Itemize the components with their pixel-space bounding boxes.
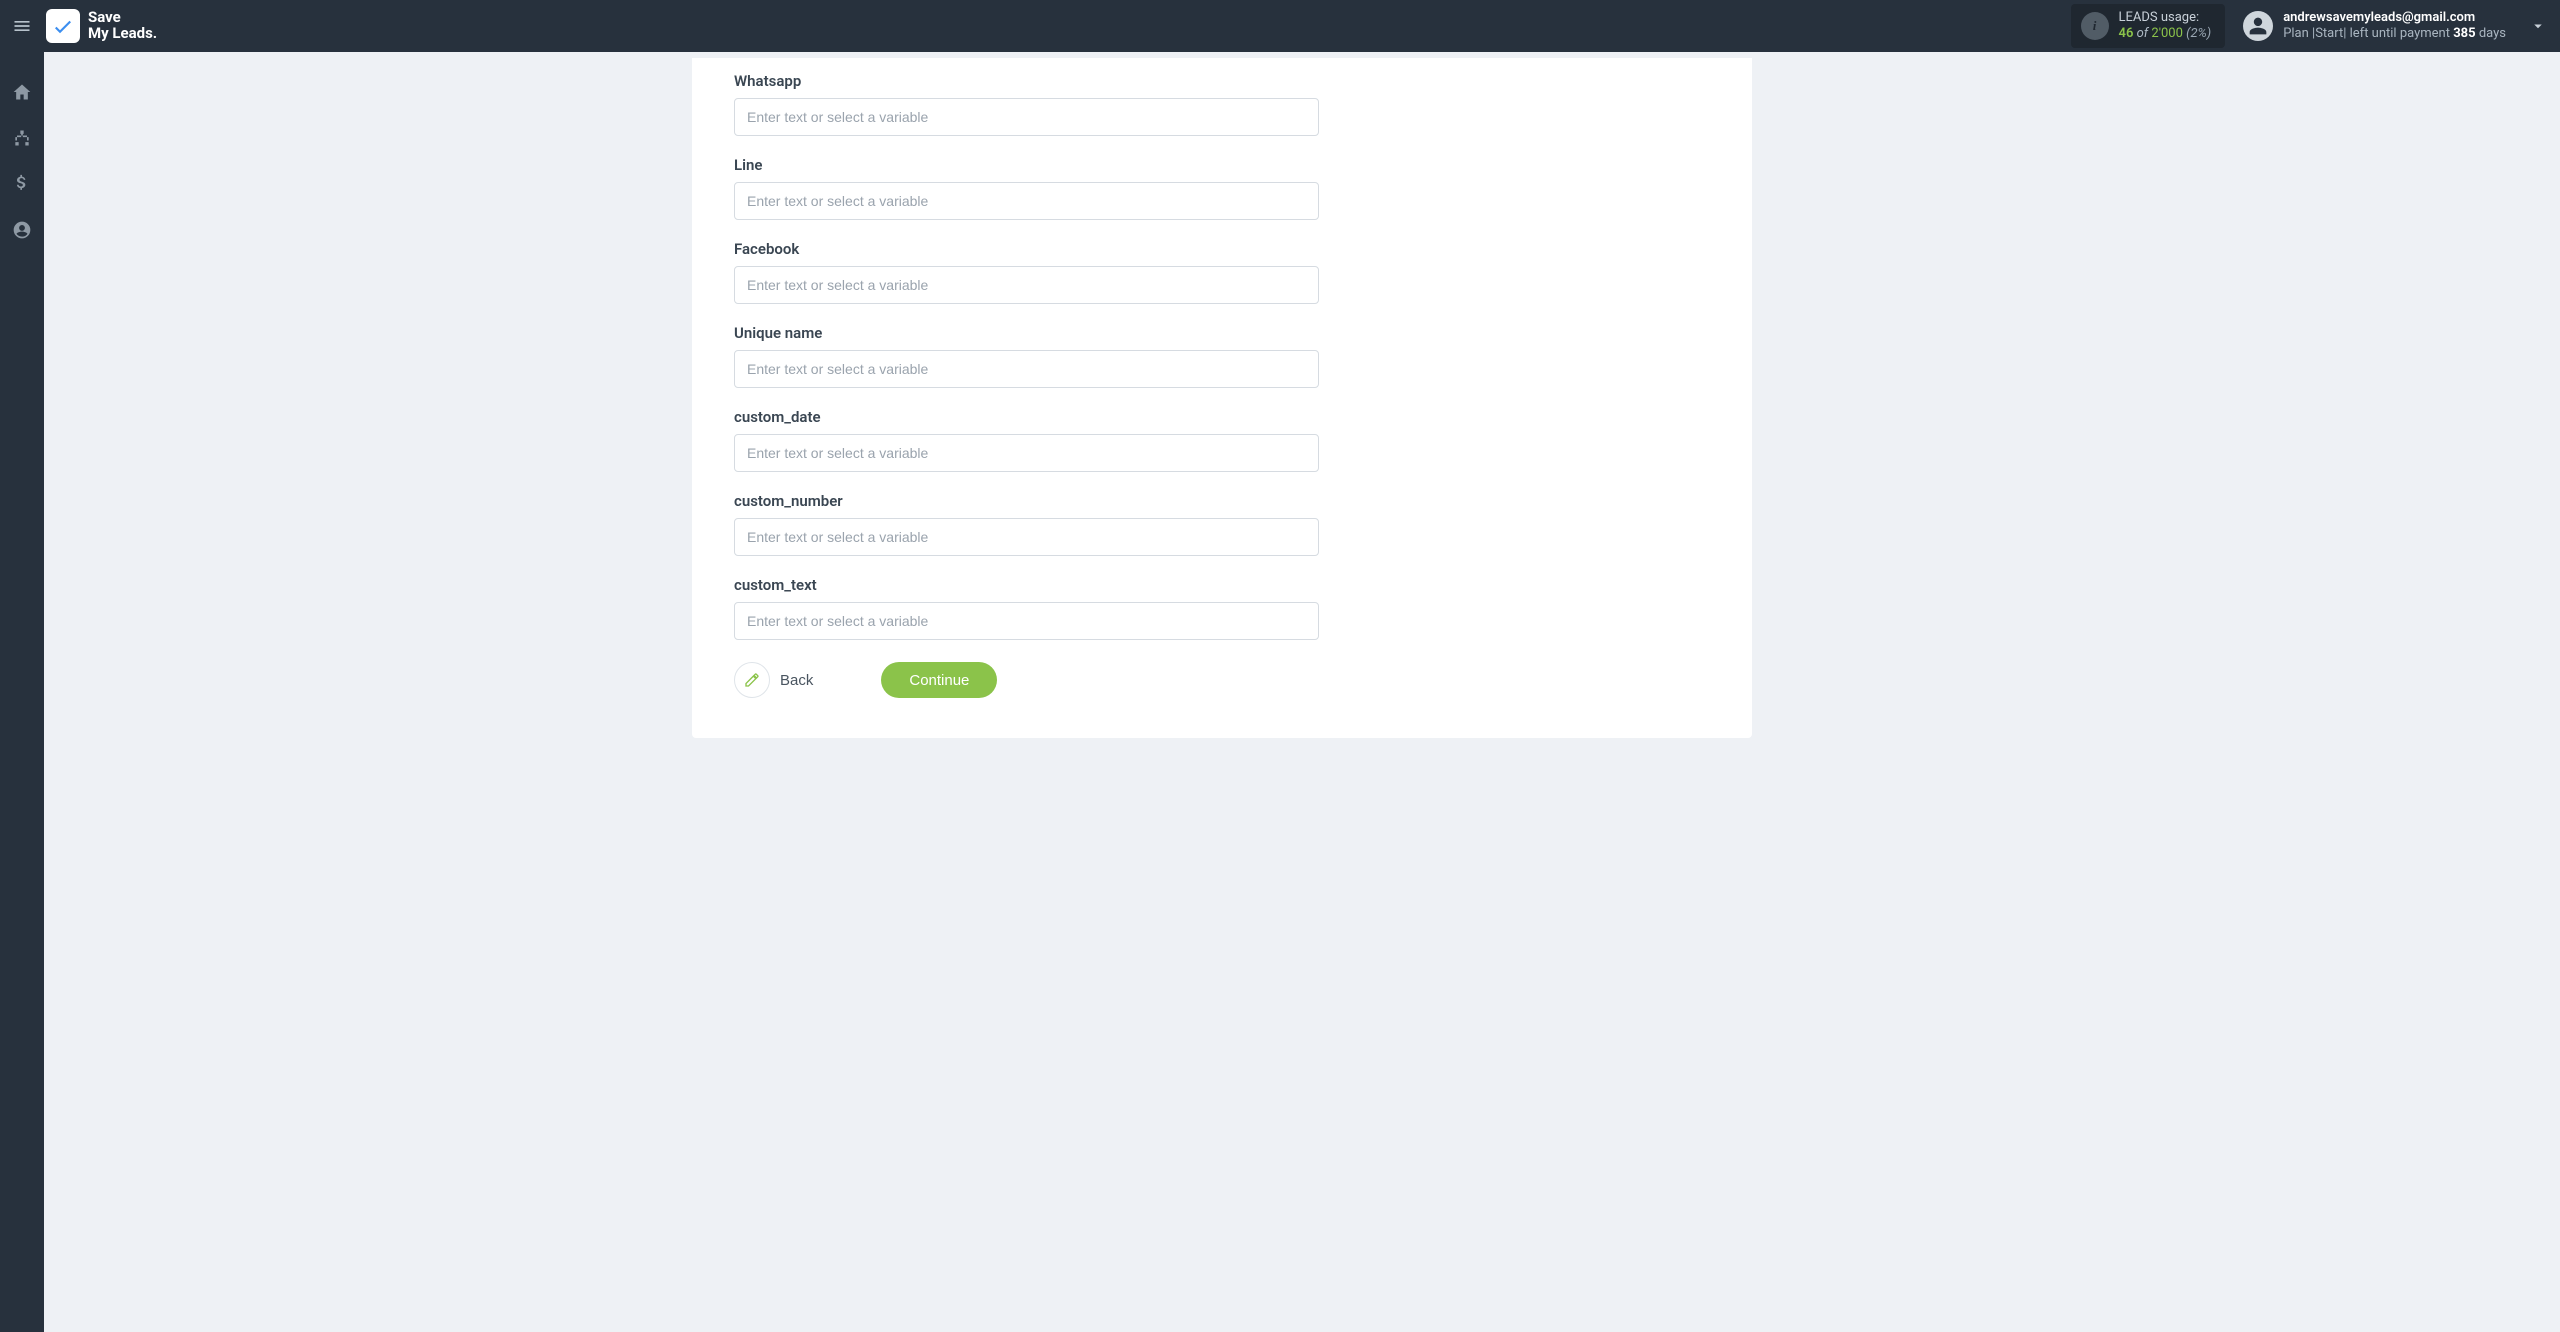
custom-number-input[interactable] — [734, 518, 1319, 556]
field-unique-name: Unique name — [734, 310, 1710, 388]
unique-name-input[interactable] — [734, 350, 1319, 388]
sidebar-item-home[interactable] — [0, 72, 44, 112]
checkmark-icon — [51, 14, 75, 38]
user-icon — [2248, 16, 2268, 36]
sidebar-item-connections[interactable] — [0, 118, 44, 158]
plan-prefix: Plan |Start| left until payment — [2283, 26, 2453, 41]
brand-logo-mark — [46, 9, 80, 43]
leads-usage-texts: LEADS usage: 46 of 2'000 (2%) — [2119, 10, 2212, 43]
field-label: Whatsapp — [734, 58, 1710, 98]
leads-usage-pct: (2%) — [2186, 26, 2211, 41]
back-button-label: Back — [780, 672, 813, 689]
field-facebook: Facebook — [734, 226, 1710, 304]
whatsapp-input[interactable] — [734, 98, 1319, 136]
account-plan: Plan |Start| left until payment 385 days — [2283, 26, 2506, 42]
sitemap-icon — [12, 128, 32, 148]
brand-logo-text: Save My Leads. — [88, 10, 157, 42]
home-icon — [12, 82, 32, 102]
account-email: andrewsavemyleads@gmail.com — [2283, 10, 2506, 26]
custom-date-input[interactable] — [734, 434, 1319, 472]
form-actions: Back Continue — [734, 662, 1710, 698]
info-icon: i — [2081, 12, 2109, 40]
continue-button[interactable]: Continue — [881, 662, 997, 698]
field-label: custom_date — [734, 394, 1710, 434]
account-menu[interactable]: andrewsavemyleads@gmail.com Plan |Start|… — [2243, 10, 2516, 43]
brand-logo[interactable]: Save My Leads. — [44, 9, 157, 43]
field-custom-date: custom_date — [734, 394, 1710, 472]
main-area: Whatsapp Line Facebook Unique name custo… — [44, 52, 2560, 1332]
field-line: Line — [734, 142, 1710, 220]
field-custom-number: custom_number — [734, 478, 1710, 556]
chevron-down-icon — [2529, 17, 2547, 35]
avatar-icon — [2243, 11, 2273, 41]
custom-text-input[interactable] — [734, 602, 1319, 640]
field-label: custom_number — [734, 478, 1710, 518]
leads-usage-box[interactable]: i LEADS usage: 46 of 2'000 (2%) — [2071, 4, 2226, 49]
topbar: Save My Leads. i LEADS usage: 46 of 2'00… — [0, 0, 2560, 52]
back-button[interactable]: Back — [734, 662, 813, 698]
pencil-icon — [734, 662, 770, 698]
leads-usage-current: 46 — [2119, 26, 2134, 41]
field-whatsapp: Whatsapp — [734, 58, 1710, 136]
account-texts: andrewsavemyleads@gmail.com Plan |Start|… — [2283, 10, 2506, 43]
plan-days-suffix: days — [2476, 26, 2506, 41]
leads-usage-value: 46 of 2'000 (2%) — [2119, 26, 2212, 42]
leads-usage-label: LEADS usage: — [2119, 10, 2212, 26]
field-custom-text: custom_text — [734, 562, 1710, 640]
menu-toggle-button[interactable] — [0, 0, 44, 52]
field-label: Unique name — [734, 310, 1710, 350]
field-label: custom_text — [734, 562, 1710, 602]
brand-line2: My Leads. — [88, 26, 157, 42]
sidebar-item-billing[interactable] — [0, 164, 44, 204]
account-chevron-button[interactable] — [2516, 0, 2560, 52]
leads-usage-of: of — [2137, 26, 2149, 41]
user-circle-icon — [12, 220, 32, 240]
field-label: Line — [734, 142, 1710, 182]
hamburger-icon — [12, 16, 32, 36]
sidebar-item-account[interactable] — [0, 210, 44, 250]
line-input[interactable] — [734, 182, 1319, 220]
facebook-input[interactable] — [734, 266, 1319, 304]
leads-usage-limit: 2'000 — [2151, 26, 2183, 41]
sidebar — [0, 52, 44, 1332]
plan-days-num: 385 — [2453, 26, 2475, 41]
field-label: Facebook — [734, 226, 1710, 266]
form-card: Whatsapp Line Facebook Unique name custo… — [692, 58, 1752, 738]
dollar-icon — [12, 174, 32, 194]
